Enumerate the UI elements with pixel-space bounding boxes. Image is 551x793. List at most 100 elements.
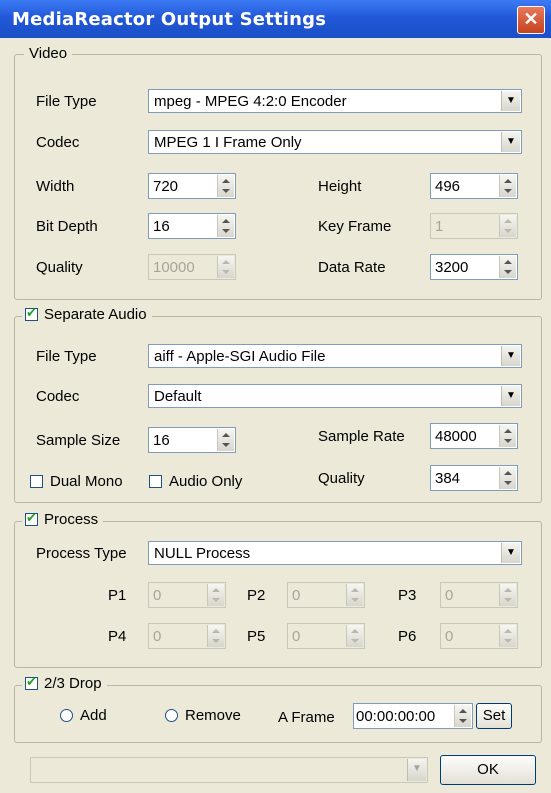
- video-quality-label: Quality: [36, 259, 83, 276]
- p1-spinner: 0: [148, 582, 226, 608]
- p5-value: 0: [292, 628, 301, 645]
- video-legend: Video: [24, 45, 73, 62]
- dual-mono-label: Dual Mono: [50, 473, 123, 490]
- video-codec-select[interactable]: MPEG 1 I Frame Only ▼: [148, 130, 522, 154]
- process-label: Process: [44, 511, 99, 528]
- a-frame-spinner[interactable]: 00:00:00:00: [353, 703, 473, 729]
- p2-value: 0: [292, 587, 301, 604]
- radio-icon[interactable]: [60, 709, 73, 722]
- checkbox-unchecked-icon[interactable]: [30, 475, 43, 488]
- audio-only-checkbox[interactable]: Audio Only: [149, 473, 242, 490]
- video-file-type-select[interactable]: mpeg - MPEG 4:2:0 Encoder ▼: [148, 89, 522, 113]
- audio-quality-label: Quality: [318, 470, 365, 487]
- a-frame-value: 00:00:00:00: [356, 708, 436, 725]
- spinner-arrows-icon[interactable]: [217, 175, 234, 197]
- ok-button[interactable]: OK: [440, 755, 536, 785]
- process-type-select[interactable]: NULL Process ▼: [148, 541, 522, 565]
- checkbox-checked-icon[interactable]: [25, 305, 38, 321]
- spinner-arrows-icon[interactable]: [454, 705, 471, 727]
- p6-value: 0: [445, 628, 454, 645]
- width-value: 720: [153, 178, 179, 195]
- video-quality-value: 10000: [153, 259, 195, 276]
- ok-label: OK: [477, 761, 499, 778]
- audio-quality-spinner[interactable]: 384: [430, 465, 518, 491]
- audio-file-type-label: File Type: [36, 348, 97, 365]
- separate-audio-label: Separate Audio: [44, 306, 147, 323]
- process-checkbox[interactable]: Process: [22, 510, 104, 528]
- spinner-arrows-icon[interactable]: [217, 429, 234, 451]
- key-frame-value: 1: [435, 218, 444, 235]
- spinner-arrows-icon[interactable]: [217, 215, 234, 237]
- spinner-arrows-icon: [346, 584, 363, 606]
- video-file-type-value: mpeg - MPEG 4:2:0 Encoder: [154, 93, 347, 110]
- checkbox-checked-icon[interactable]: [25, 510, 38, 526]
- separate-audio-checkbox[interactable]: Separate Audio: [22, 305, 152, 323]
- key-frame-label: Key Frame: [318, 218, 392, 235]
- audio-codec-value: Default: [154, 388, 202, 405]
- process-type-value: NULL Process: [154, 545, 251, 562]
- remove-radio[interactable]: Remove: [165, 707, 241, 724]
- data-rate-label: Data Rate: [318, 259, 386, 276]
- close-icon: ✕: [523, 9, 539, 29]
- p4-value: 0: [153, 628, 162, 645]
- spinner-arrows-icon: [217, 256, 234, 278]
- drop-checkbox[interactable]: 2/3 Drop: [22, 674, 107, 692]
- spinner-arrows-icon: [207, 625, 224, 647]
- audio-file-type-value: aiff - Apple-SGI Audio File: [154, 348, 326, 365]
- set-button[interactable]: Set: [476, 703, 512, 729]
- bit-depth-spinner[interactable]: 16: [148, 213, 236, 239]
- chevron-down-icon[interactable]: ▼: [501, 346, 520, 366]
- radio-icon[interactable]: [165, 709, 178, 722]
- p5-label: P5: [247, 628, 266, 645]
- p3-spinner: 0: [440, 582, 518, 608]
- spinner-arrows-icon[interactable]: [499, 467, 516, 489]
- height-label: Height: [318, 178, 362, 195]
- spinner-arrows-icon: [499, 215, 516, 237]
- checkbox-checked-icon[interactable]: [25, 674, 38, 690]
- p3-label: P3: [398, 587, 417, 604]
- title-bar: MediaReactor Output Settings ✕: [0, 0, 551, 38]
- data-rate-spinner[interactable]: 3200: [430, 254, 518, 280]
- sample-size-spinner[interactable]: 16: [148, 427, 236, 453]
- p6-label: P6: [398, 628, 417, 645]
- chevron-down-icon[interactable]: ▼: [501, 386, 520, 406]
- sample-rate-label: Sample Rate: [318, 428, 405, 445]
- key-frame-spinner: 1: [430, 213, 518, 239]
- add-label: Add: [80, 707, 107, 724]
- close-button[interactable]: ✕: [517, 6, 545, 34]
- height-spinner[interactable]: 496: [430, 173, 518, 199]
- p6-spinner: 0: [440, 623, 518, 649]
- bit-depth-value: 16: [153, 218, 170, 235]
- preset-select[interactable]: ▼: [30, 757, 428, 783]
- p3-value: 0: [445, 587, 454, 604]
- spinner-arrows-icon: [346, 625, 363, 647]
- chevron-down-icon[interactable]: ▼: [407, 759, 426, 781]
- audio-codec-select[interactable]: Default ▼: [148, 384, 522, 408]
- checkbox-unchecked-icon[interactable]: [149, 475, 162, 488]
- chevron-down-icon[interactable]: ▼: [501, 91, 520, 111]
- chevron-down-icon[interactable]: ▼: [501, 543, 520, 563]
- video-file-type-label: File Type: [36, 93, 97, 110]
- p2-label: P2: [247, 587, 266, 604]
- p4-label: P4: [108, 628, 127, 645]
- sample-rate-spinner[interactable]: 48000: [430, 423, 518, 449]
- remove-label: Remove: [185, 707, 241, 724]
- p5-spinner: 0: [287, 623, 365, 649]
- dual-mono-checkbox[interactable]: Dual Mono: [30, 473, 123, 490]
- chevron-down-icon[interactable]: ▼: [501, 132, 520, 152]
- bit-depth-label: Bit Depth: [36, 218, 98, 235]
- audio-only-label: Audio Only: [169, 473, 243, 490]
- window-title: MediaReactor Output Settings: [12, 9, 327, 30]
- a-frame-label: A Frame: [278, 709, 335, 726]
- video-quality-spinner: 10000: [148, 254, 236, 280]
- sample-size-value: 16: [153, 432, 170, 449]
- add-radio[interactable]: Add: [60, 707, 107, 724]
- spinner-arrows-icon[interactable]: [499, 256, 516, 278]
- spinner-arrows-icon[interactable]: [499, 175, 516, 197]
- spinner-arrows-icon: [207, 584, 224, 606]
- width-spinner[interactable]: 720: [148, 173, 236, 199]
- audio-file-type-select[interactable]: aiff - Apple-SGI Audio File ▼: [148, 344, 522, 368]
- spinner-arrows-icon[interactable]: [499, 425, 516, 447]
- audio-quality-value: 384: [435, 470, 461, 487]
- spinner-arrows-icon: [499, 625, 516, 647]
